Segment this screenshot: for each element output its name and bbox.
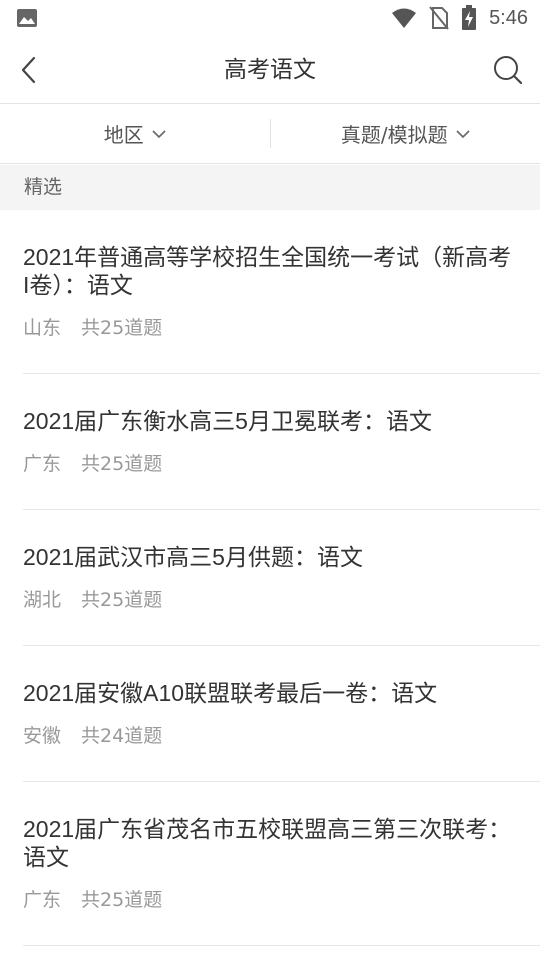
no-sim-icon: [429, 6, 449, 30]
item-title: 2021年普通高等学校招生全国统一考试（新高考I卷）：语文: [23, 244, 512, 298]
item-meta: 广东 共25道题: [23, 449, 516, 476]
item-count: 共25道题: [81, 453, 163, 475]
search-icon[interactable]: [492, 54, 524, 86]
item-meta: 山东 共25道题: [23, 313, 516, 340]
exam-list: 2021年普通高等学校招生全国统一考试（新高考I卷）：语文 山东 共25道题 2…: [0, 210, 540, 946]
item-title: 2021届安徽A10联盟联考最后一卷：语文: [23, 680, 438, 706]
region-filter-label: 地区: [103, 123, 144, 147]
item-region: 安徽: [23, 725, 62, 747]
item-meta: 湖北 共25道题: [23, 585, 516, 612]
item-title: 2021届广东衡水高三5月卫冕联考：语文: [23, 408, 432, 434]
page-title: 高考语文: [224, 57, 316, 83]
region-filter[interactable]: 地区: [0, 104, 270, 163]
item-title: 2021届武汉市高三5月供题：语文: [23, 544, 363, 570]
item-meta: 安徽 共24道题: [23, 721, 516, 748]
item-count: 共24道题: [81, 725, 163, 747]
item-count: 共25道题: [81, 317, 163, 339]
image-icon: [17, 9, 37, 27]
item-region: 广东: [23, 889, 62, 911]
item-region: 湖北: [23, 589, 62, 611]
chevron-down-icon: [456, 129, 470, 138]
type-filter[interactable]: 真题/模拟题: [271, 104, 540, 163]
list-item[interactable]: 2021届安徽A10联盟联考最后一卷：语文 安徽 共24道题: [23, 646, 540, 782]
type-filter-label: 真题/模拟题: [340, 123, 448, 147]
app-bar: 高考语文: [0, 36, 540, 104]
status-time: 5:46: [489, 6, 528, 29]
section-header: 精选: [0, 165, 540, 210]
wifi-icon: [392, 8, 417, 28]
chevron-down-icon: [152, 129, 166, 138]
filter-bar: 地区 真题/模拟题: [0, 104, 540, 164]
list-item[interactable]: 2021届广东衡水高三5月卫冕联考：语文 广东 共25道题: [23, 374, 540, 510]
battery-charging-icon: [462, 5, 477, 30]
item-meta: 广东 共25道题: [23, 885, 516, 912]
item-region: 广东: [23, 453, 62, 475]
item-count: 共25道题: [81, 589, 163, 611]
item-count: 共25道题: [81, 889, 163, 911]
item-title: 2021届广东省茂名市五校联盟高三第三次联考：语文: [23, 816, 512, 870]
list-item[interactable]: 2021届武汉市高三5月供题：语文 湖北 共25道题: [23, 510, 540, 646]
item-region: 山东: [23, 317, 62, 339]
list-item[interactable]: 2021届广东省茂名市五校联盟高三第三次联考：语文 广东 共25道题: [23, 782, 540, 946]
status-bar: 5:46: [0, 0, 540, 36]
list-item[interactable]: 2021年普通高等学校招生全国统一考试（新高考I卷）：语文 山东 共25道题: [23, 210, 540, 374]
